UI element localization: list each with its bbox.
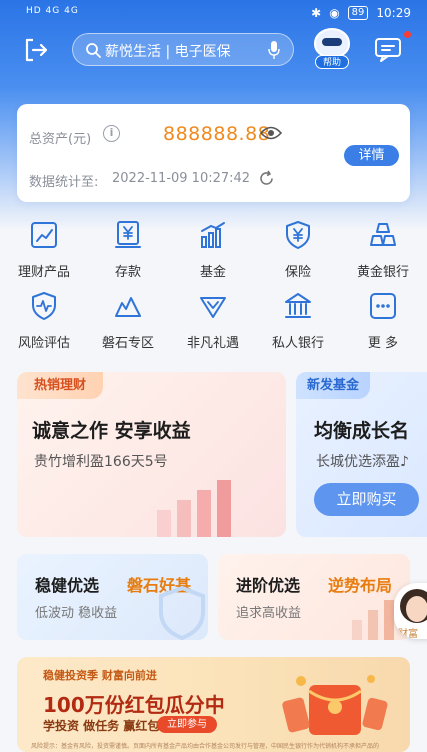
- menu-insurance[interactable]: 保险: [256, 220, 340, 284]
- microphone-icon[interactable]: [267, 40, 281, 60]
- battery-indicator: 89: [347, 6, 369, 20]
- refresh-icon[interactable]: [258, 170, 275, 187]
- menu-label: 保险: [284, 265, 311, 280]
- new-fund-tag: 新发基金: [296, 372, 370, 399]
- details-button[interactable]: 详情: [344, 145, 399, 166]
- steady-picks-card[interactable]: 稳健优选 磐石好基 低波动 稳收益: [17, 554, 208, 640]
- bluetooth-icon: ✱: [311, 6, 322, 20]
- search-bar[interactable]: 薪悦生活 | 电子医保: [72, 33, 294, 66]
- advisor-label: 财富: [398, 629, 418, 639]
- new-fund-title: 均衡成长名: [314, 420, 410, 442]
- menu-label: 私人银行: [271, 336, 324, 351]
- search-placeholder: 薪悦生活 | 电子医保: [105, 44, 231, 60]
- menu-more[interactable]: 更 多: [341, 291, 425, 355]
- menu-risk-assessment[interactable]: 风险评估: [2, 291, 86, 355]
- banner-kicker: 稳健投资季 财富向前进: [43, 669, 157, 682]
- asset-card: 总资产(元) i 888888.88 详情 数据统计至: 2022-11-09 …: [17, 104, 410, 202]
- advanced-picks-subtitle: 追求高收益: [236, 606, 302, 621]
- menu-label: 基金: [199, 265, 226, 280]
- menu-gold-bank[interactable]: 黄金银行: [341, 220, 425, 284]
- hot-product-card[interactable]: 热销理财 诚意之作 安享收益 贵竹增利盈166天5号: [17, 372, 286, 537]
- new-fund-card[interactable]: 新发基金 均衡成长名 长城优选添盈♪ 立即购买: [296, 372, 427, 537]
- message-icon[interactable]: [374, 37, 402, 63]
- risk-shield-icon: [32, 292, 56, 320]
- menu-panshi-zone[interactable]: 磐石专区: [86, 291, 170, 355]
- stat-time-value: 2022-11-09 10:27:42: [112, 171, 251, 186]
- red-envelope-illustration: [282, 675, 388, 735]
- menu-label: 理财产品: [17, 265, 70, 280]
- risk-disclaimer: 风险提示：基金有风险，投资需谨慎。页面内所有基金产品均由合作基金公司发行与管理，…: [31, 743, 380, 750]
- menu-privileges[interactable]: 非凡礼遇: [171, 291, 255, 355]
- search-icon: [86, 43, 101, 58]
- eye-icon[interactable]: [260, 125, 282, 141]
- mountain-icon: [115, 297, 141, 317]
- help-assistant-button[interactable]: 帮助: [312, 28, 352, 70]
- menu-label: 更 多: [367, 336, 399, 351]
- notification-dot: [404, 31, 411, 38]
- gift-icon: [200, 297, 226, 318]
- hot-product-title: 诚意之作 安享收益: [32, 420, 191, 442]
- signal-indicator: HD 4G 4G: [26, 6, 79, 16]
- hot-product-name: 贵竹增利盈166天5号: [34, 454, 168, 470]
- menu-private-banking[interactable]: 私人银行: [256, 291, 340, 355]
- bank-icon: [285, 293, 311, 318]
- chart-icon: [31, 222, 57, 248]
- new-fund-name: 长城优选添盈♪: [316, 454, 409, 470]
- shield-yen-icon: [286, 221, 310, 249]
- gold-bars-icon: [370, 223, 396, 246]
- steady-picks-title: 稳健优选: [35, 576, 100, 595]
- advanced-picks-highlight: 逆势布局: [328, 576, 393, 595]
- more-icon: [370, 293, 396, 319]
- menu-label: 风险评估: [17, 336, 70, 351]
- yen-card-icon: [115, 221, 141, 248]
- menu-deposit[interactable]: 存款: [86, 220, 170, 284]
- total-assets-value: 888888.88: [163, 123, 271, 145]
- menu-label: 存款: [114, 265, 141, 280]
- banner-subtitle: 学投资 做任务 赢红包: [43, 719, 160, 733]
- total-assets-label: 总资产(元): [29, 132, 92, 147]
- logout-icon[interactable]: [22, 36, 50, 64]
- banner-title: 100万份红包瓜分中: [43, 693, 225, 717]
- join-now-button[interactable]: 立即参与: [157, 716, 217, 733]
- stat-time-label: 数据统计至:: [29, 175, 99, 190]
- status-bar: HD 4G 4G ✱ ◉ 89 10:29: [0, 0, 427, 26]
- wealth-advisor-avatar[interactable]: 财富: [394, 583, 427, 639]
- camera-icon: ◉: [329, 6, 340, 20]
- top-bar: 薪悦生活 | 电子医保 帮助: [0, 28, 427, 78]
- advanced-picks-title: 进阶优选: [236, 576, 301, 595]
- buy-now-button[interactable]: 立即购买: [314, 483, 419, 516]
- menu-label: 黄金银行: [356, 265, 409, 280]
- menu-fund[interactable]: 基金: [171, 220, 255, 284]
- info-icon[interactable]: i: [103, 125, 120, 142]
- shield-watermark-icon: [159, 585, 205, 640]
- steady-picks-subtitle: 低波动 稳收益: [35, 606, 118, 621]
- mascot-icon: [314, 28, 350, 58]
- bar-chart-icon: [201, 222, 225, 248]
- hot-product-tag: 热销理财: [17, 372, 103, 399]
- menu-wealth-products[interactable]: 理财产品: [2, 220, 86, 284]
- menu-label: 磐石专区: [101, 336, 154, 351]
- clock: 10:29: [376, 6, 411, 20]
- advanced-picks-card[interactable]: 进阶优选 逆势布局 追求高收益: [218, 554, 410, 640]
- red-packet-banner[interactable]: 稳健投资季 财富向前进 100万份红包瓜分中 学投资 做任务 赢红包 立即参与 …: [17, 657, 410, 752]
- menu-label: 非凡礼遇: [186, 336, 239, 351]
- help-label: 帮助: [315, 55, 349, 69]
- growth-bars-illustration: [157, 480, 231, 537]
